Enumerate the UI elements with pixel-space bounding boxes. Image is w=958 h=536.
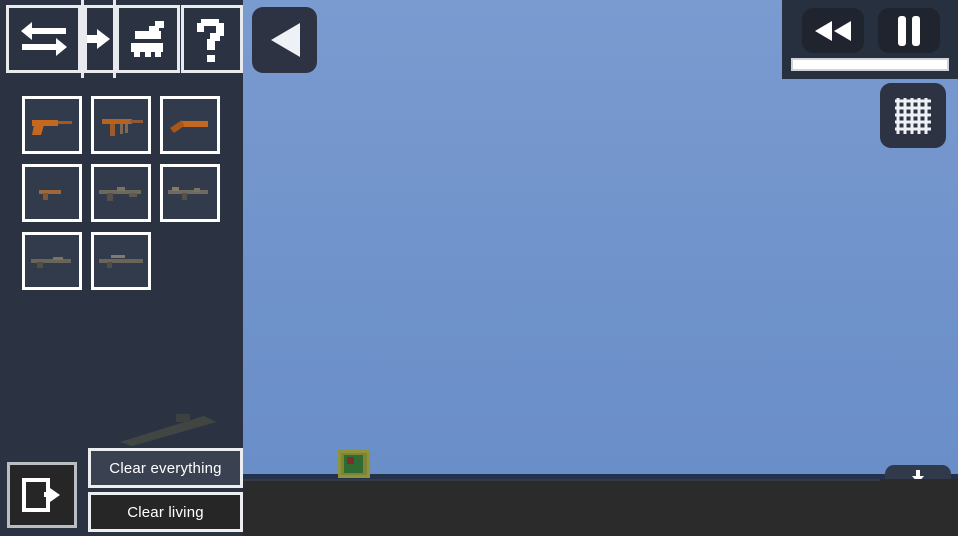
download-button-occluder bbox=[880, 479, 958, 536]
question-mark-icon bbox=[194, 15, 230, 63]
assault-rifle-icon bbox=[99, 187, 141, 201]
help-button[interactable] bbox=[181, 5, 243, 73]
item-slot-shotgun[interactable] bbox=[22, 232, 82, 290]
pause-button[interactable] bbox=[878, 8, 940, 53]
vehicle-icon bbox=[125, 17, 171, 61]
item-slot-carbine[interactable] bbox=[160, 164, 220, 222]
triangle-left-icon bbox=[268, 21, 302, 59]
rewind-button[interactable] bbox=[802, 8, 864, 53]
timeline-fill bbox=[793, 60, 947, 69]
item-slot-sniper[interactable] bbox=[91, 232, 151, 290]
exit-button[interactable] bbox=[7, 462, 77, 528]
item-slot-revolver[interactable] bbox=[22, 164, 82, 222]
clear-everything-label: Clear everything bbox=[109, 459, 222, 477]
arrow-right-icon bbox=[87, 27, 113, 51]
item-slot-sawnoff[interactable] bbox=[160, 96, 220, 154]
crate-marking bbox=[347, 457, 354, 464]
item-slot-pistol[interactable] bbox=[22, 96, 82, 154]
vehicle-button[interactable] bbox=[116, 5, 180, 73]
pause-icon bbox=[896, 15, 922, 46]
swap-items-button[interactable] bbox=[6, 5, 81, 73]
rewind-icon bbox=[814, 20, 852, 42]
inventory-sidebar: Clear everything Clear living bbox=[0, 0, 243, 536]
item-slot-smg[interactable] bbox=[91, 96, 151, 154]
sawed-off-shotgun-icon bbox=[170, 120, 208, 133]
clear-everything-button[interactable]: Clear everything bbox=[88, 448, 243, 488]
spawn-arrow-button[interactable] bbox=[84, 5, 116, 73]
shotgun-icon bbox=[31, 257, 71, 268]
sidebar-toolbar bbox=[0, 0, 243, 78]
weapon-inventory-grid bbox=[22, 96, 234, 300]
collapse-sidebar-button[interactable] bbox=[252, 7, 317, 73]
inventory-row bbox=[22, 96, 234, 154]
grid-toggle-button[interactable] bbox=[880, 83, 946, 148]
timeline-slider[interactable] bbox=[791, 58, 949, 71]
clear-buttons-group: Clear everything Clear living bbox=[88, 448, 243, 532]
submachine-gun-icon bbox=[102, 119, 143, 136]
item-slot-empty[interactable] bbox=[160, 232, 220, 290]
green-crate[interactable] bbox=[338, 450, 370, 478]
swap-horizontal-icon bbox=[18, 17, 70, 61]
exit-door-icon bbox=[22, 478, 62, 512]
inventory-row bbox=[22, 232, 234, 290]
clear-living-label: Clear living bbox=[127, 503, 204, 521]
revolver-icon bbox=[39, 190, 61, 200]
grid-icon bbox=[894, 97, 932, 135]
handgun-icon bbox=[32, 120, 72, 135]
sniper-rifle-icon bbox=[99, 255, 143, 268]
playback-panel bbox=[782, 0, 958, 79]
item-slot-rifle[interactable] bbox=[91, 164, 151, 222]
clear-living-button[interactable]: Clear living bbox=[88, 492, 243, 532]
inventory-row bbox=[22, 164, 234, 222]
carbine-icon bbox=[168, 187, 208, 200]
dragged-weapon-preview bbox=[118, 412, 226, 451]
